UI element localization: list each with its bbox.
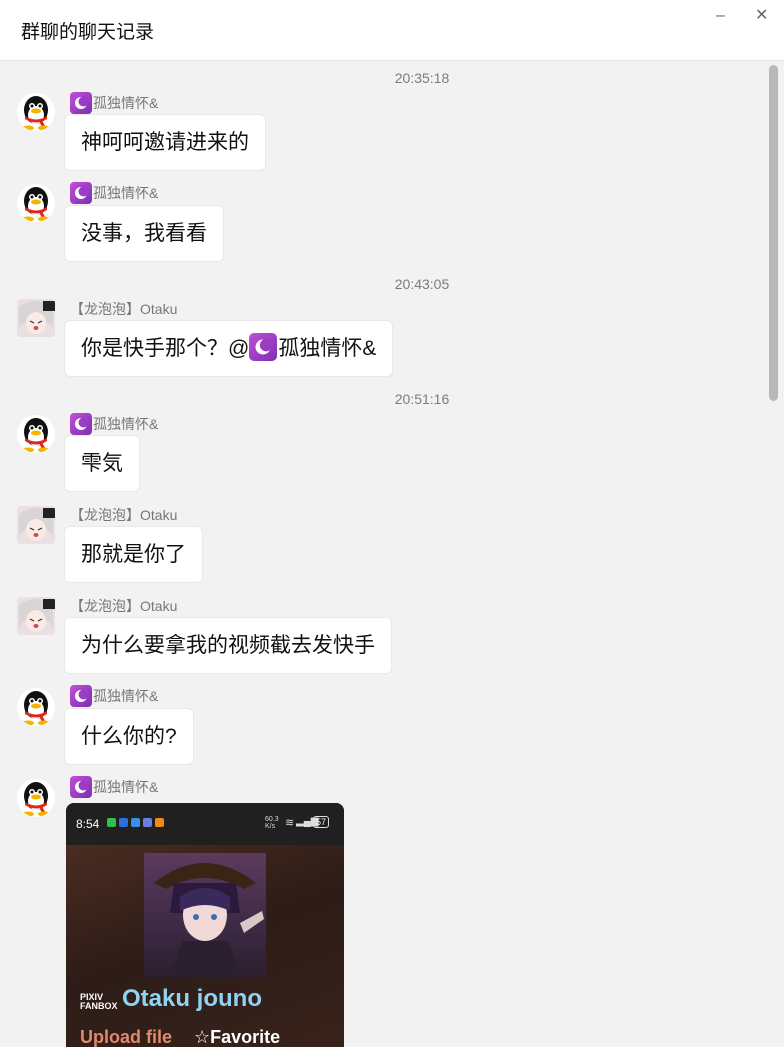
sender-label: 孤独情怀&	[93, 95, 159, 111]
moon-icon	[70, 413, 92, 435]
app-icon	[155, 818, 164, 827]
close-button[interactable]: ✕	[755, 6, 768, 26]
wechat-icon	[107, 818, 116, 827]
qq-penguin-avatar[interactable]	[17, 93, 55, 131]
sender-name[interactable]: 【龙泡泡】Otaku	[70, 299, 177, 319]
scrollbar[interactable]	[766, 61, 782, 1047]
message-bubble[interactable]: 你是快手那个？@ 孤独情怀&	[64, 320, 394, 377]
video-frame: PIXIV FANBOX Otaku jouno Upload file ☆Fav…	[66, 845, 344, 1047]
battery-icon: 57	[313, 816, 330, 828]
wifi-icon: ≋	[285, 817, 295, 829]
window-title: 群聊的聊天记录	[21, 22, 155, 43]
moon-icon	[70, 182, 92, 204]
moon-icon	[70, 92, 92, 114]
minimize-button[interactable]: –	[716, 6, 725, 26]
message-text: 你是快手那个？@	[81, 337, 250, 360]
moon-icon	[70, 776, 92, 798]
app-icon	[143, 818, 152, 827]
net-speed: 60.3 K/s	[265, 816, 279, 830]
mention-name[interactable]: 孤独情怀&	[278, 337, 376, 360]
overlay-title: Otaku jouno	[122, 985, 262, 1012]
sender-name[interactable]: 孤独情怀&	[70, 182, 158, 204]
sender-name[interactable]: 孤独情怀&	[70, 685, 158, 707]
qq-penguin-avatar[interactable]	[17, 184, 55, 222]
sender-name[interactable]: 孤独情怀&	[70, 776, 158, 798]
sender-label: 孤独情怀&	[93, 688, 159, 704]
sender-name[interactable]: 【龙泡泡】Otaku	[70, 596, 177, 616]
qq-penguin-avatar[interactable]	[17, 415, 55, 453]
character-art	[144, 853, 266, 977]
status-time: 8:54	[76, 817, 100, 831]
sender-label: 孤独情怀&	[93, 416, 159, 432]
notification-icons	[107, 818, 164, 827]
message-bubble[interactable]: 雫気	[64, 435, 140, 492]
message-bubble[interactable]: 没事，我看看	[64, 205, 224, 262]
sender-label: 孤独情怀&	[93, 185, 159, 201]
phone-status-bar: 8:54 60.3 K/s ≋ ▂▄▆ 57	[66, 803, 344, 845]
moon-icon	[249, 333, 278, 362]
sender-name[interactable]: 【龙泡泡】Otaku	[70, 505, 177, 525]
pixiv-fanbox-logo: PIXIV FANBOX	[80, 992, 118, 1011]
message-bubble[interactable]: 为什么要拿我的视频截去发快手	[64, 617, 392, 674]
anime-girl-avatar[interactable]	[17, 299, 55, 337]
qq-penguin-avatar[interactable]	[17, 779, 55, 817]
overlay-actions: Upload file ☆Favorite	[80, 1027, 280, 1047]
upload-label: Upload file	[80, 1027, 173, 1047]
anime-girl-avatar[interactable]	[17, 506, 55, 544]
app-icon	[131, 818, 140, 827]
timestamp: 20:51:16	[394, 391, 450, 407]
sender-label: 孤独情怀&	[93, 779, 159, 795]
chat-history[interactable]: 20:35:18 孤独情怀& 神呵呵邀请进来的 孤独情怀& 没事，我看看 20:…	[0, 61, 784, 1047]
sender-name[interactable]: 孤独情怀&	[70, 92, 158, 114]
message-bubble[interactable]: 那就是你了	[64, 526, 203, 583]
sender-name[interactable]: 孤独情怀&	[70, 413, 158, 435]
timestamp: 20:43:05	[394, 276, 450, 292]
image-message[interactable]: 8:54 60.3 K/s ≋ ▂▄▆ 57 PIXIV FANBOX Otak…	[66, 803, 344, 1047]
message-bubble[interactable]: 神呵呵邀请进来的	[64, 114, 266, 171]
app-icon	[119, 818, 128, 827]
anime-girl-avatar[interactable]	[17, 597, 55, 635]
timestamp: 20:35:18	[394, 70, 450, 86]
qq-penguin-avatar[interactable]	[17, 688, 55, 726]
scrollbar-thumb[interactable]	[769, 65, 778, 401]
message-bubble[interactable]: 什么你的?	[64, 708, 194, 765]
favorite-label: ☆Favorite	[194, 1027, 281, 1047]
moon-icon	[70, 685, 92, 707]
window-titlebar: 群聊的聊天记录 – ✕	[0, 0, 784, 61]
